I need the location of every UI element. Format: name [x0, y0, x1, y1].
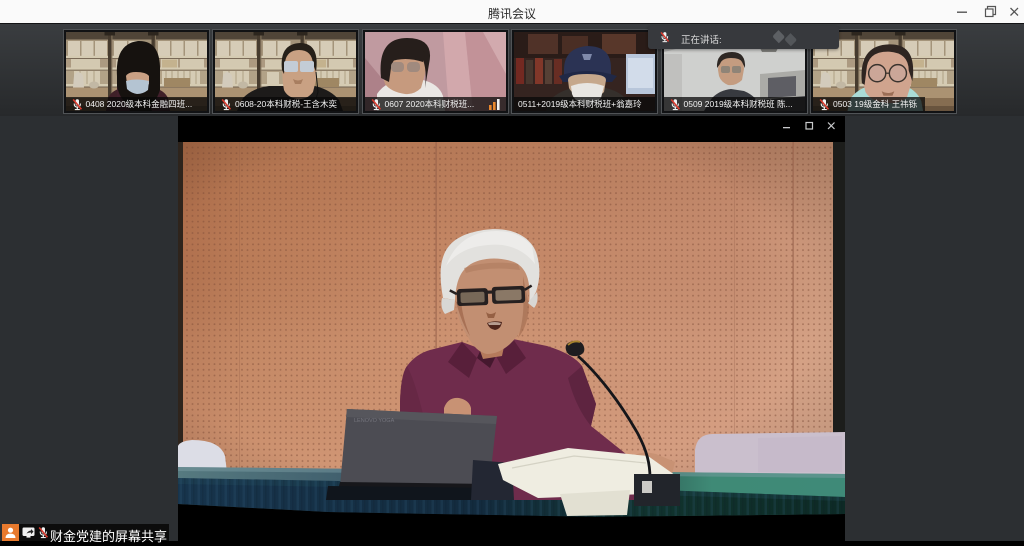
svg-text:LENOVO YOGA: LENOVO YOGA: [354, 418, 395, 424]
